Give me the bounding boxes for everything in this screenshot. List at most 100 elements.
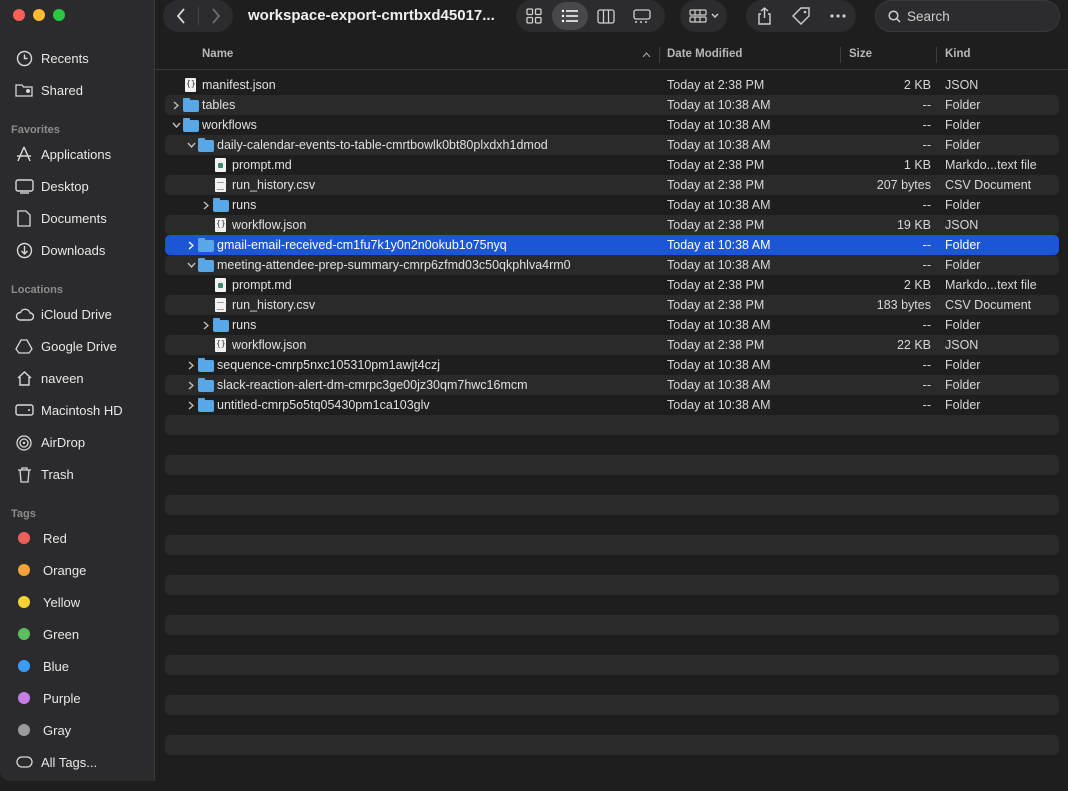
folder-icon bbox=[213, 318, 229, 332]
actions-pill bbox=[746, 0, 856, 32]
sidebar-tag-yellow[interactable]: Yellow bbox=[10, 588, 146, 616]
folder-icon bbox=[183, 118, 199, 132]
disclosure-collapsed-icon[interactable] bbox=[186, 238, 196, 252]
list-view-button[interactable] bbox=[552, 2, 588, 30]
file-date-modified: Today at 10:38 AM bbox=[667, 98, 771, 112]
folder-row[interactable]: workflows Today at 10:38 AM -- Folder bbox=[165, 115, 1059, 135]
file-kind: CSV Document bbox=[945, 178, 1032, 192]
empty-row-stripe bbox=[165, 695, 1059, 715]
folder-row[interactable]: daily-calendar-events-to-table-cmrtbowlk… bbox=[165, 135, 1059, 155]
disclosure-collapsed-icon[interactable] bbox=[186, 398, 196, 412]
tags-section-title: Tags bbox=[11, 508, 36, 520]
sidebar-item-downloads[interactable]: Downloads bbox=[10, 236, 146, 264]
column-separator[interactable] bbox=[936, 47, 937, 63]
file-row[interactable]: workflow.json Today at 2:38 PM 19 KB JSON bbox=[165, 215, 1059, 235]
file-date-modified: Today at 10:38 AM bbox=[667, 198, 771, 212]
close-window-button[interactable] bbox=[13, 9, 25, 21]
column-separator[interactable] bbox=[840, 47, 841, 63]
sidebar-item-label: Shared bbox=[41, 82, 83, 98]
disclosure-collapsed-icon[interactable] bbox=[201, 318, 211, 332]
sidebar-tag-purple[interactable]: Purple bbox=[10, 684, 146, 712]
disclosure-collapsed-icon[interactable] bbox=[171, 98, 181, 112]
markdown-file-icon bbox=[215, 278, 226, 292]
minimize-window-button[interactable] bbox=[33, 9, 45, 21]
column-header-date[interactable]: Date Modified bbox=[667, 48, 742, 60]
folder-icon bbox=[183, 98, 199, 112]
folder-row[interactable]: tables Today at 10:38 AM -- Folder bbox=[165, 95, 1059, 115]
file-kind: Markdo...text file bbox=[945, 158, 1037, 172]
sidebar-all-tags[interactable]: All Tags... bbox=[10, 748, 146, 776]
sidebar-tag-blue[interactable]: Blue bbox=[10, 652, 146, 680]
column-view-button[interactable] bbox=[588, 0, 624, 32]
file-row[interactable]: prompt.md Today at 2:38 PM 1 KB Markdo...te… bbox=[165, 155, 1059, 175]
sidebar-item-home[interactable]: naveen bbox=[10, 364, 146, 392]
google-drive-icon bbox=[14, 336, 34, 356]
file-date-modified: Today at 2:38 PM bbox=[667, 298, 765, 312]
file-row[interactable]: workflow.json Today at 2:38 PM 22 KB JSON bbox=[165, 335, 1059, 355]
group-by-button[interactable] bbox=[680, 0, 727, 32]
tag-outline-icon bbox=[14, 752, 34, 772]
disclosure-expanded-icon[interactable] bbox=[171, 118, 181, 132]
file-row[interactable]: prompt.md Today at 2:38 PM 2 KB Markdo...te… bbox=[165, 275, 1059, 295]
edit-tags-button[interactable] bbox=[783, 0, 819, 32]
sidebar-item-label: Downloads bbox=[41, 242, 106, 258]
search-field[interactable]: Search bbox=[875, 0, 1060, 32]
column-header-size[interactable]: Size bbox=[849, 48, 872, 60]
sidebar-item-desktop[interactable]: Desktop bbox=[10, 172, 146, 200]
folder-row[interactable]: meeting-attendee-prep-summary-cmrp6zfmd0… bbox=[165, 255, 1059, 275]
file-row[interactable]: manifest.json Today at 2:38 PM 2 KB JSON bbox=[165, 75, 1059, 95]
applications-icon bbox=[14, 144, 34, 164]
column-header-name[interactable]: Name bbox=[202, 48, 233, 60]
back-button[interactable] bbox=[163, 0, 198, 32]
file-size: -- bbox=[922, 318, 931, 332]
folder-row[interactable]: runs Today at 10:38 AM -- Folder bbox=[165, 195, 1059, 215]
sidebar-tag-red[interactable]: Red bbox=[10, 524, 146, 552]
column-header-kind[interactable]: Kind bbox=[945, 48, 971, 60]
share-button[interactable] bbox=[746, 0, 783, 32]
sidebar-item-label: Orange bbox=[43, 562, 87, 578]
file-name: run_history.csv bbox=[232, 178, 316, 192]
disclosure-collapsed-icon[interactable] bbox=[186, 358, 196, 372]
sidebar-item-trash[interactable]: Trash bbox=[10, 460, 146, 488]
disclosure-collapsed-icon[interactable] bbox=[186, 378, 196, 392]
sidebar-item-recents[interactable]: Recents bbox=[10, 44, 146, 72]
markdown-file-icon bbox=[215, 158, 226, 172]
file-name: prompt.md bbox=[232, 278, 292, 292]
zoom-window-button[interactable] bbox=[53, 9, 65, 21]
folder-row[interactable]: untitled-cmrp5o5tq05430pm1ca103glv Today … bbox=[165, 395, 1059, 415]
disclosure-expanded-icon[interactable] bbox=[186, 258, 196, 272]
folder-row[interactable]: runs Today at 10:38 AM -- Folder bbox=[165, 315, 1059, 335]
icon-view-button[interactable] bbox=[516, 0, 552, 32]
sidebar-item-applications[interactable]: Applications bbox=[10, 140, 146, 168]
column-separator[interactable] bbox=[659, 47, 660, 63]
sidebar-item-label: Recents bbox=[41, 50, 89, 66]
sort-ascending-icon[interactable] bbox=[642, 52, 651, 58]
gallery-view-button[interactable] bbox=[624, 0, 660, 32]
sidebar-tag-orange[interactable]: Orange bbox=[10, 556, 146, 584]
file-name: slack-reaction-alert-dm-cmrpc3ge00jz30qm… bbox=[217, 378, 528, 392]
file-size: -- bbox=[922, 398, 931, 412]
file-name: untitled-cmrp5o5tq05430pm1ca103glv bbox=[217, 398, 430, 412]
forward-button[interactable] bbox=[199, 0, 233, 32]
folder-row[interactable]: gmail-email-received-cm1fu7k1y0n2n0okub1… bbox=[165, 235, 1059, 255]
sidebar-tag-green[interactable]: Green bbox=[10, 620, 146, 648]
sidebar-item-airdrop[interactable]: AirDrop bbox=[10, 428, 146, 456]
disclosure-collapsed-icon[interactable] bbox=[201, 198, 211, 212]
sidebar-item-macintosh-hd[interactable]: Macintosh HD bbox=[10, 396, 146, 424]
empty-row-stripe bbox=[165, 455, 1059, 475]
sidebar-item-google-drive[interactable]: Google Drive bbox=[10, 332, 146, 360]
sidebar-tag-gray[interactable]: Gray bbox=[10, 716, 146, 744]
sidebar-item-shared[interactable]: Shared bbox=[10, 76, 146, 104]
folder-row[interactable]: sequence-cmrp5nxc105310pm1awjt4czj Today … bbox=[165, 355, 1059, 375]
more-actions-button[interactable] bbox=[819, 0, 856, 32]
file-row[interactable]: run_history.csv Today at 2:38 PM 183 bytes… bbox=[165, 295, 1059, 315]
sidebar-item-label: Desktop bbox=[41, 178, 89, 194]
folder-row[interactable]: slack-reaction-alert-dm-cmrpc3ge00jz30qm… bbox=[165, 375, 1059, 395]
file-size: 183 bytes bbox=[876, 298, 931, 312]
sidebar-item-label: AirDrop bbox=[41, 434, 86, 450]
disclosure-expanded-icon[interactable] bbox=[186, 138, 196, 152]
sidebar-item-icloud-drive[interactable]: iCloud Drive bbox=[10, 300, 146, 328]
sidebar-item-label: Documents bbox=[41, 210, 107, 226]
file-row[interactable]: run_history.csv Today at 2:38 PM 207 bytes… bbox=[165, 175, 1059, 195]
sidebar-item-documents[interactable]: Documents bbox=[10, 204, 146, 232]
